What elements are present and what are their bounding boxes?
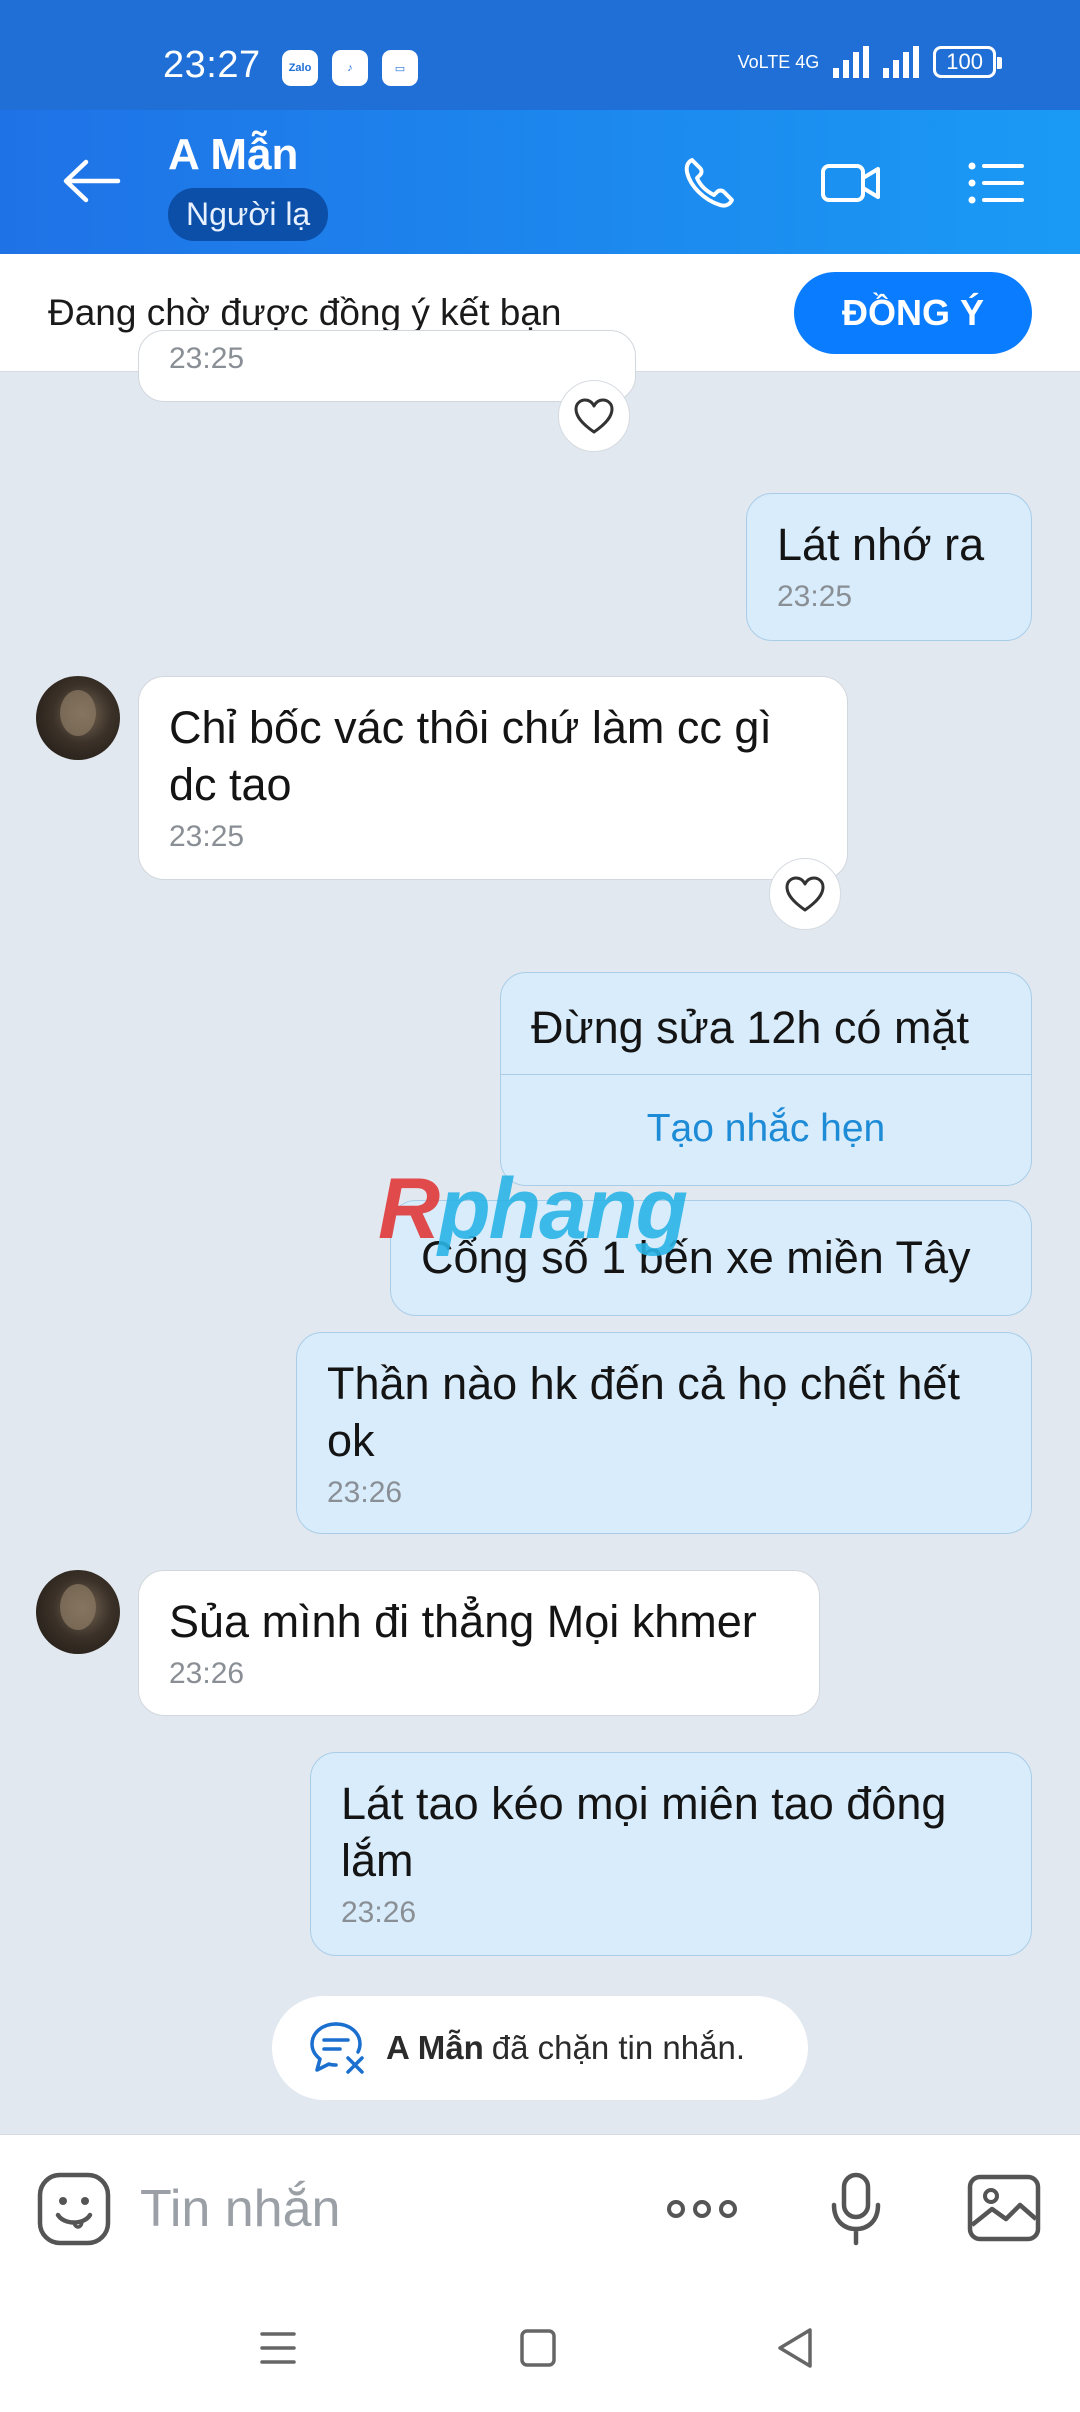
contact-avatar[interactable] — [36, 1570, 120, 1654]
blocked-contact-name: A Mẫn — [386, 2029, 484, 2066]
signal-icon — [833, 46, 870, 78]
message-composer: Tin nhắn — [0, 2134, 1080, 2280]
watermark-text: phang — [438, 1161, 688, 1257]
message-text: Thần nào hk đến cả họ chết hết ok — [327, 1358, 960, 1466]
status-time: 23:27 — [163, 44, 261, 86]
stranger-badge: Người lạ — [168, 188, 329, 241]
message-text: Lát tao kéo mọi miên tao đông lắm — [341, 1778, 947, 1886]
phone-icon[interactable] — [678, 152, 740, 214]
zalo-app-icon: Zalo — [282, 50, 318, 86]
message-time: 23:25 — [169, 342, 245, 375]
message-time: 23:26 — [327, 1476, 403, 1509]
message-time: 23:25 — [169, 820, 245, 853]
message-bubble-incoming[interactable]: Chỉ bốc vác thôi chứ làm cc gì dc tao 23… — [138, 676, 848, 880]
status-right: VoLTE 4G 100 — [737, 46, 1002, 78]
message-time: 23:25 — [777, 580, 853, 613]
watermark: Rphang — [378, 1160, 688, 1259]
message-time: 23:26 — [341, 1896, 417, 1929]
shopee-app-icon: ▭ — [382, 50, 418, 86]
microphone-icon[interactable] — [818, 2171, 894, 2247]
recent-apps-icon[interactable] — [248, 2320, 308, 2376]
message-text: Sủa mình đi thẳng Mọi khmer — [169, 1596, 757, 1647]
home-icon[interactable] — [508, 2320, 568, 2376]
contact-name[interactable]: A Mẫn — [168, 130, 298, 180]
message-bubble-incoming[interactable]: Sủa mình đi thẳng Mọi khmer 23:26 — [138, 1570, 820, 1716]
message-text: Chỉ bốc vác thôi chứ làm cc gì dc tao — [169, 702, 772, 810]
status-bar: 23:27 Zalo ♪ ▭ VoLTE 4G 100 — [0, 0, 1080, 110]
blocked-chat-icon — [310, 2022, 364, 2074]
message-text: Lát nhớ ra — [777, 519, 985, 570]
battery-level: 100 — [946, 49, 983, 74]
image-icon[interactable] — [966, 2171, 1042, 2247]
message-bubble-outgoing[interactable]: Thần nào hk đến cả họ chết hết ok 23:26 — [296, 1332, 1032, 1534]
message-time: 23:26 — [169, 1657, 245, 1690]
accept-friend-button[interactable]: ĐỒNG Ý — [794, 272, 1032, 354]
heart-react-icon[interactable] — [769, 858, 841, 930]
emoji-icon[interactable] — [36, 2171, 112, 2247]
tiktok-app-icon: ♪ — [332, 50, 368, 86]
message-bubble-incoming[interactable]: 23:25 — [138, 330, 636, 402]
message-bubble-outgoing[interactable]: Lát nhớ ra 23:25 — [746, 493, 1032, 641]
contact-avatar[interactable] — [36, 676, 120, 760]
watermark-prefix: R — [378, 1161, 440, 1257]
status-app-icons: Zalo ♪ ▭ — [282, 50, 418, 86]
back-nav-icon[interactable] — [766, 2320, 826, 2376]
message-bubble-outgoing[interactable]: Lát tao kéo mọi miên tao đông lắm 23:26 — [310, 1752, 1032, 1956]
blocked-text: đã chặn tin nhắn. — [491, 2029, 745, 2066]
message-bubble-outgoing[interactable]: Đừng sửa 12h có mặt Tạo nhắc hẹn — [500, 972, 1032, 1186]
blocked-notice: A Mẫn đã chặn tin nhắn. — [272, 1996, 808, 2100]
battery-icon: 100 — [933, 46, 1002, 78]
chat-header: A Mẫn Người lạ — [0, 110, 1080, 254]
message-text: Đừng sửa 12h có mặt — [531, 1002, 969, 1053]
heart-react-icon[interactable] — [558, 380, 630, 452]
back-arrow-icon[interactable] — [62, 156, 122, 206]
message-input[interactable]: Tin nhắn — [140, 2179, 340, 2239]
signal-icon-2 — [883, 46, 920, 78]
menu-list-icon[interactable] — [964, 152, 1026, 214]
network-label: VoLTE 4G — [737, 51, 820, 72]
friend-request-text: Đang chờ được đồng ý kết bạn — [48, 292, 562, 333]
video-call-icon[interactable] — [820, 152, 882, 214]
system-nav-bar — [0, 2280, 1080, 2412]
more-icon[interactable] — [664, 2171, 740, 2247]
